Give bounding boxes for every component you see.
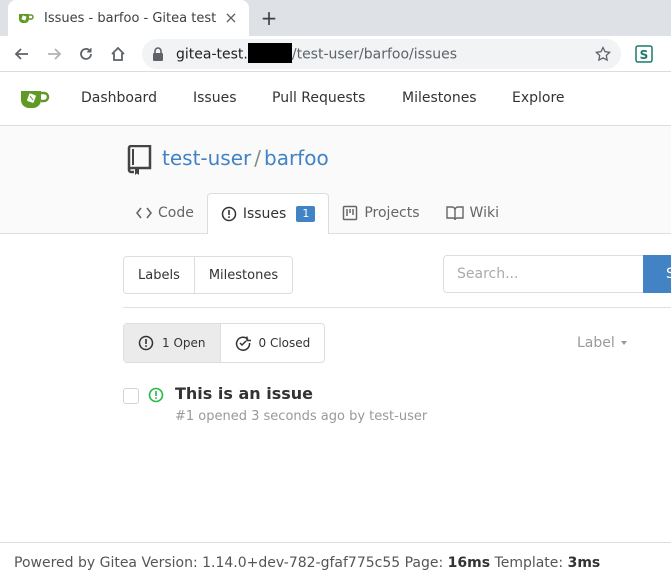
browser-tab-title: Issues - barfoo - Gitea test: [44, 10, 217, 26]
repo-tabs: Code Issues 1 Projects Wiki: [123, 192, 512, 234]
open-issues-label: 1 Open: [162, 336, 206, 350]
issue-meta: #1 opened 3 seconds ago by test-user: [175, 409, 428, 424]
footer-template-label: Template:: [490, 555, 568, 571]
browser-tab[interactable]: Issues - barfoo - Gitea test ×: [8, 0, 249, 36]
tab-code-label: Code: [158, 205, 194, 221]
repo-owner-link[interactable]: test-user: [162, 146, 251, 170]
milestones-button[interactable]: Milestones: [193, 257, 292, 293]
forward-icon[interactable]: [40, 40, 68, 68]
back-icon[interactable]: [8, 40, 36, 68]
repo-name-link[interactable]: barfoo: [264, 146, 329, 170]
issue-opened-icon: [138, 335, 154, 351]
search-button[interactable]: S: [643, 255, 671, 293]
closed-issues-label: 0 Closed: [258, 336, 311, 350]
code-icon: [136, 207, 152, 219]
label-filter-text: Label: [577, 335, 615, 351]
footer-page-time: 16ms: [447, 555, 491, 571]
divider: [123, 307, 671, 308]
repo-header: test-user / barfoo Code Issues 1 Projects …: [0, 126, 671, 234]
nav-explore[interactable]: Explore: [512, 90, 565, 106]
issue-list-item: This is an issue #1 opened 3 seconds ago…: [123, 384, 663, 428]
issues-count-badge: 1: [296, 206, 316, 222]
tab-issues[interactable]: Issues 1: [206, 193, 330, 234]
tab-issues-label: Issues: [242, 206, 287, 222]
tab-wiki-label: Wiki: [469, 205, 499, 221]
issue-search-input[interactable]: Search...: [443, 255, 644, 293]
tab-projects-label: Projects: [364, 205, 420, 221]
url-host: gitea-test.: [176, 46, 248, 62]
page-footer: Powered by Gitea Version: 1.14.0+dev-782…: [0, 542, 671, 587]
extension-icon[interactable]: S: [634, 44, 654, 64]
footer-powered-text: Powered by Gitea Version: 1.14.0+dev-782…: [14, 555, 448, 571]
redacted-block: [247, 42, 292, 63]
url-path: /test-user/barfoo/issues: [291, 46, 458, 62]
gitea-favicon-icon: [19, 14, 34, 23]
label-filter-dropdown[interactable]: Label: [577, 335, 627, 351]
tab-projects[interactable]: Projects: [329, 192, 432, 234]
open-issues-button[interactable]: 1 Open: [124, 324, 220, 362]
issue-select-checkbox[interactable]: [123, 388, 139, 404]
browser-tab-strip: Issues - barfoo - Gitea test × +: [0, 0, 671, 36]
issues-main: Labels Milestones Search... S 1 Open 0 C…: [0, 234, 671, 542]
url-text: gitea-test. /test-user/barfoo/issues: [176, 42, 595, 63]
issue-state-filter: 1 Open 0 Closed: [123, 323, 326, 363]
issue-open-status-icon: [148, 387, 164, 403]
extension-label: S: [640, 48, 649, 62]
repo-title: test-user / barfoo: [162, 146, 329, 170]
repo-icon: [127, 145, 152, 175]
footer-template-time: 3ms: [567, 555, 601, 571]
project-icon: [343, 205, 358, 221]
nav-issues[interactable]: Issues: [193, 90, 237, 106]
labels-button[interactable]: Labels: [124, 257, 194, 293]
nav-dashboard[interactable]: Dashboard: [81, 90, 157, 106]
reload-icon[interactable]: [72, 40, 100, 68]
lock-icon: [153, 47, 163, 61]
address-bar[interactable]: gitea-test. /test-user/barfoo/issues: [142, 39, 621, 69]
tab-wiki[interactable]: Wiki: [433, 192, 512, 234]
close-tab-icon[interactable]: ×: [223, 10, 239, 26]
gitea-logo-icon[interactable]: [20, 85, 50, 111]
issue-opened-icon: [221, 206, 237, 222]
bookmark-star-icon[interactable]: [595, 46, 611, 62]
nav-milestones[interactable]: Milestones: [402, 90, 477, 106]
repo-separator: /: [254, 146, 261, 170]
browser-toolbar: gitea-test. /test-user/barfoo/issues S: [0, 36, 671, 72]
issue-closed-icon: [235, 336, 251, 351]
nav-pull-requests[interactable]: Pull Requests: [272, 90, 365, 106]
labels-milestones-group: Labels Milestones: [123, 256, 294, 294]
gitea-navbar: Dashboard Issues Pull Requests Milestone…: [0, 72, 671, 126]
home-icon[interactable]: [104, 40, 132, 68]
issue-title-link[interactable]: This is an issue: [175, 384, 313, 403]
tab-code[interactable]: Code: [123, 192, 207, 234]
new-tab-icon[interactable]: +: [258, 7, 280, 29]
caret-down-icon: [620, 341, 627, 345]
closed-issues-button[interactable]: 0 Closed: [219, 324, 325, 362]
book-icon: [445, 206, 464, 221]
